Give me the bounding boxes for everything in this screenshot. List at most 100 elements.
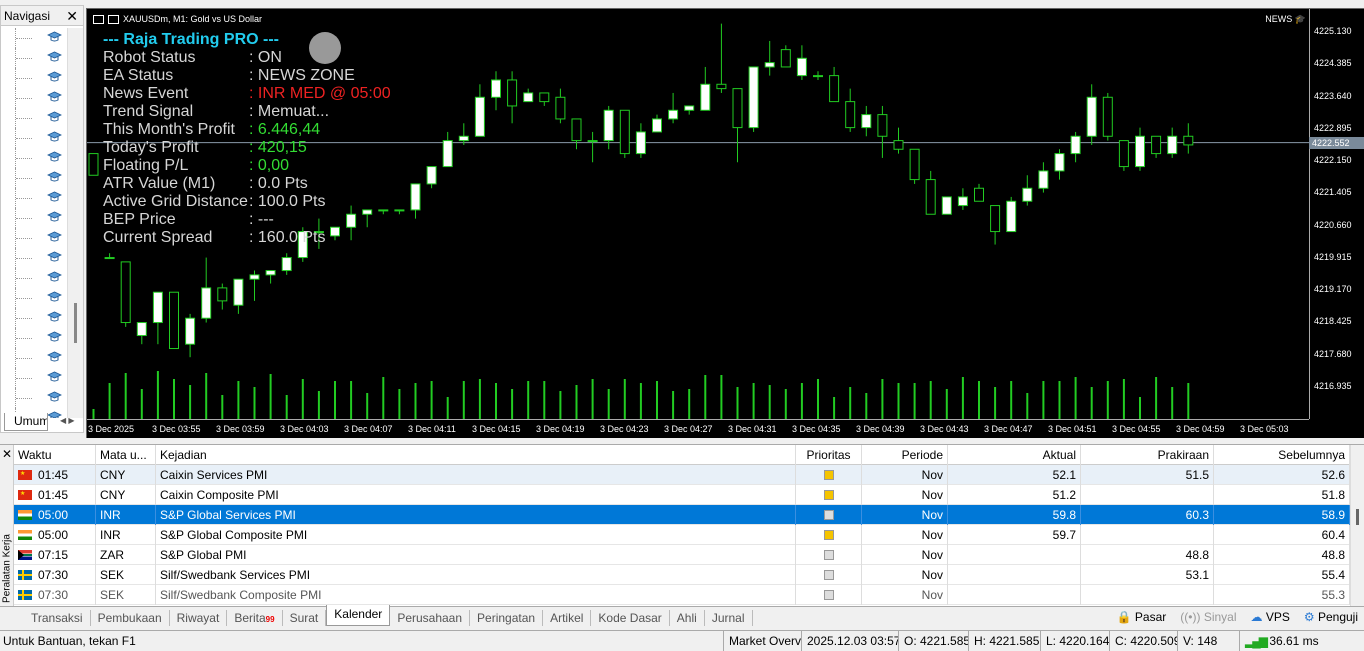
tab-label: Surat — [289, 610, 319, 625]
toolbox-tabs: Transaksi Pembukaan Riwayat Berita99 Surat Ka… — [0, 605, 1364, 628]
tab-berita[interactable]: Berita99 — [227, 609, 283, 626]
tab-perusahaan[interactable]: Perusahaan — [390, 609, 471, 626]
scroll-thumb[interactable] — [74, 303, 77, 343]
navigator-item[interactable] — [1, 328, 67, 348]
ea-info-row: EA Status: NEWS ZONE — [103, 67, 391, 85]
navigator-item[interactable] — [1, 308, 67, 328]
tab-surat[interactable]: Surat — [283, 609, 327, 626]
bull-candle — [233, 278, 244, 306]
market-button[interactable]: 🔒 Pasar — [1117, 610, 1167, 624]
tab-jurnal[interactable]: Jurnal — [705, 609, 753, 626]
graduation-cap-icon — [47, 311, 62, 322]
event-period: Nov — [862, 564, 948, 585]
navigator-item[interactable] — [1, 48, 67, 68]
event-event: S&P Global Composite PMI — [156, 524, 796, 545]
navigator-item[interactable] — [1, 368, 67, 388]
navigator-item[interactable] — [1, 68, 67, 88]
connection-status[interactable]: ▂▄▆ 36.61 ms — [1239, 631, 1364, 651]
navigator-header: Navigasi ✕ — [1, 6, 83, 26]
signal-bars-icon: ▂▄▆ — [1245, 634, 1268, 648]
navigator-item[interactable] — [1, 348, 67, 368]
calendar-row[interactable]: 07:30 SEK Silf/Swedbank Composite PMI Nov 55… — [14, 584, 1350, 605]
calendar-row[interactable]: 07:30 SEK Silf/Swedbank Services PMI Nov 53.… — [14, 564, 1350, 585]
tab-transaksi[interactable]: Transaksi — [24, 609, 91, 626]
scroll-thumb[interactable] — [1356, 509, 1359, 525]
navigator-item[interactable] — [1, 128, 67, 148]
news-indicator: NEWS 🎓 — [1265, 13, 1306, 25]
event-time-cell: 07:15 — [14, 544, 96, 565]
column-header[interactable]: Kejadian — [156, 444, 796, 465]
tab-label: Peringatan — [477, 610, 536, 625]
event-previous: 58.9 — [1214, 504, 1350, 525]
bull-candle — [1167, 135, 1178, 155]
bull-candle — [458, 135, 469, 142]
event-forecast: 48.8 — [1081, 544, 1214, 565]
navigator-item[interactable] — [1, 208, 67, 228]
close-icon[interactable]: ✕ — [2, 447, 12, 461]
calendar-row[interactable]: 05:00 INR S&P Global Composite PMI Nov 59.7 6… — [14, 524, 1350, 545]
tree-line — [15, 388, 35, 408]
price-tick-label: 4224.385 — [1314, 58, 1352, 69]
calendar-row[interactable]: 05:00 INR S&P Global Services PMI Nov 59.8 60… — [14, 504, 1350, 525]
column-header[interactable]: Periode — [862, 444, 948, 465]
price-tick-label: 4219.915 — [1314, 251, 1352, 262]
navigator-item[interactable] — [1, 188, 67, 208]
ea-info-value: : 6.446,44 — [249, 121, 321, 138]
time-tick-label: 3 Dec 2025 — [88, 424, 135, 434]
column-header[interactable]: Mata u... — [96, 444, 156, 465]
navigator-item[interactable] — [1, 288, 67, 308]
profile-name[interactable]: Market Overv — [723, 631, 801, 651]
close-icon[interactable]: ✕ — [66, 6, 78, 26]
tab-kode-dasar[interactable]: Kode Dasar — [591, 609, 670, 626]
navigator-item[interactable] — [1, 88, 67, 108]
navigator-item[interactable] — [1, 388, 67, 408]
navigator-title: Navigasi — [4, 9, 51, 23]
arrow-left-icon[interactable]: ◀ — [60, 416, 66, 425]
column-header[interactable]: Aktual — [948, 444, 1081, 465]
event-event: S&P Global Services PMI — [156, 504, 796, 525]
navigator-tab-common[interactable]: Umum — [4, 413, 48, 431]
bull-candle — [1070, 135, 1081, 155]
tab-ahli[interactable]: Ahli — [670, 609, 705, 626]
tab-pembukaan[interactable]: Pembukaan — [91, 609, 170, 626]
unread-badge: 99 — [265, 614, 275, 624]
tab-artikel[interactable]: Artikel — [543, 609, 592, 626]
calendar-scrollbar[interactable] — [1350, 445, 1364, 607]
event-time: 05:00 — [38, 507, 69, 522]
column-header[interactable]: Prioritas — [796, 444, 862, 465]
graduation-cap-icon: 🎓 — [1294, 14, 1306, 24]
column-header[interactable]: Waktu — [14, 444, 96, 465]
calendar-row[interactable]: 07:15 ZAR S&P Global PMI Nov 48.8 48.8 — [14, 544, 1350, 565]
column-header[interactable]: Prakiraan — [1081, 444, 1214, 465]
tab-kalender[interactable]: Kalender — [326, 605, 391, 626]
ea-info-label: Robot Status — [103, 49, 196, 66]
calendar-row[interactable]: ★ 01:45 CNY Caixin Composite PMI Nov 51.2 51.8 — [14, 484, 1350, 505]
navigator-scrollbar[interactable] — [67, 28, 83, 418]
priority-icon — [823, 570, 834, 581]
event-currency: SEK — [96, 584, 156, 605]
tab-peringatan[interactable]: Peringatan — [470, 609, 544, 626]
event-forecast: 51.5 — [1081, 464, 1214, 485]
navigator-item[interactable] — [1, 108, 67, 128]
navigator-item[interactable] — [1, 148, 67, 168]
navigator-tab-arrows[interactable]: ◀ ▶ — [60, 413, 82, 429]
navigator-item[interactable] — [1, 168, 67, 188]
chart-window[interactable]: XAUUSDm, M1: Gold vs US Dollar NEWS 🎓 --… — [86, 8, 1364, 438]
navigator-item[interactable] — [1, 248, 67, 268]
se-flag-icon — [18, 569, 32, 580]
time-tick-label: 3 Dec 04:31 — [728, 424, 777, 434]
arrow-right-icon[interactable]: ▶ — [68, 416, 74, 425]
time-scale[interactable]: 3 Dec 2025 3 Dec 03:55 3 Dec 03:59 3 Dec 04… — [87, 419, 1309, 439]
vps-button[interactable]: ☁ VPS — [1251, 610, 1290, 624]
graduation-cap-icon — [47, 371, 62, 382]
signals-button[interactable]: ((•)) Sinyal — [1180, 610, 1236, 624]
navigator-item[interactable] — [1, 228, 67, 248]
navigator-item[interactable] — [1, 28, 67, 48]
column-header[interactable]: Sebelumnya — [1214, 444, 1350, 465]
calendar-row[interactable]: ★ 01:45 CNY Caixin Services PMI Nov 52.1 51.5 5… — [14, 464, 1350, 485]
tab-riwayat[interactable]: Riwayat — [170, 609, 228, 626]
ea-info-panel: --- Raja Trading PRO --- Robot Status: O… — [103, 31, 391, 247]
tester-button[interactable]: ⚙ Penguji — [1304, 610, 1358, 624]
price-scale[interactable]: 4225.130 4224.385 4223.640 4222.895 4222.150… — [1309, 9, 1364, 419]
navigator-item[interactable] — [1, 268, 67, 288]
